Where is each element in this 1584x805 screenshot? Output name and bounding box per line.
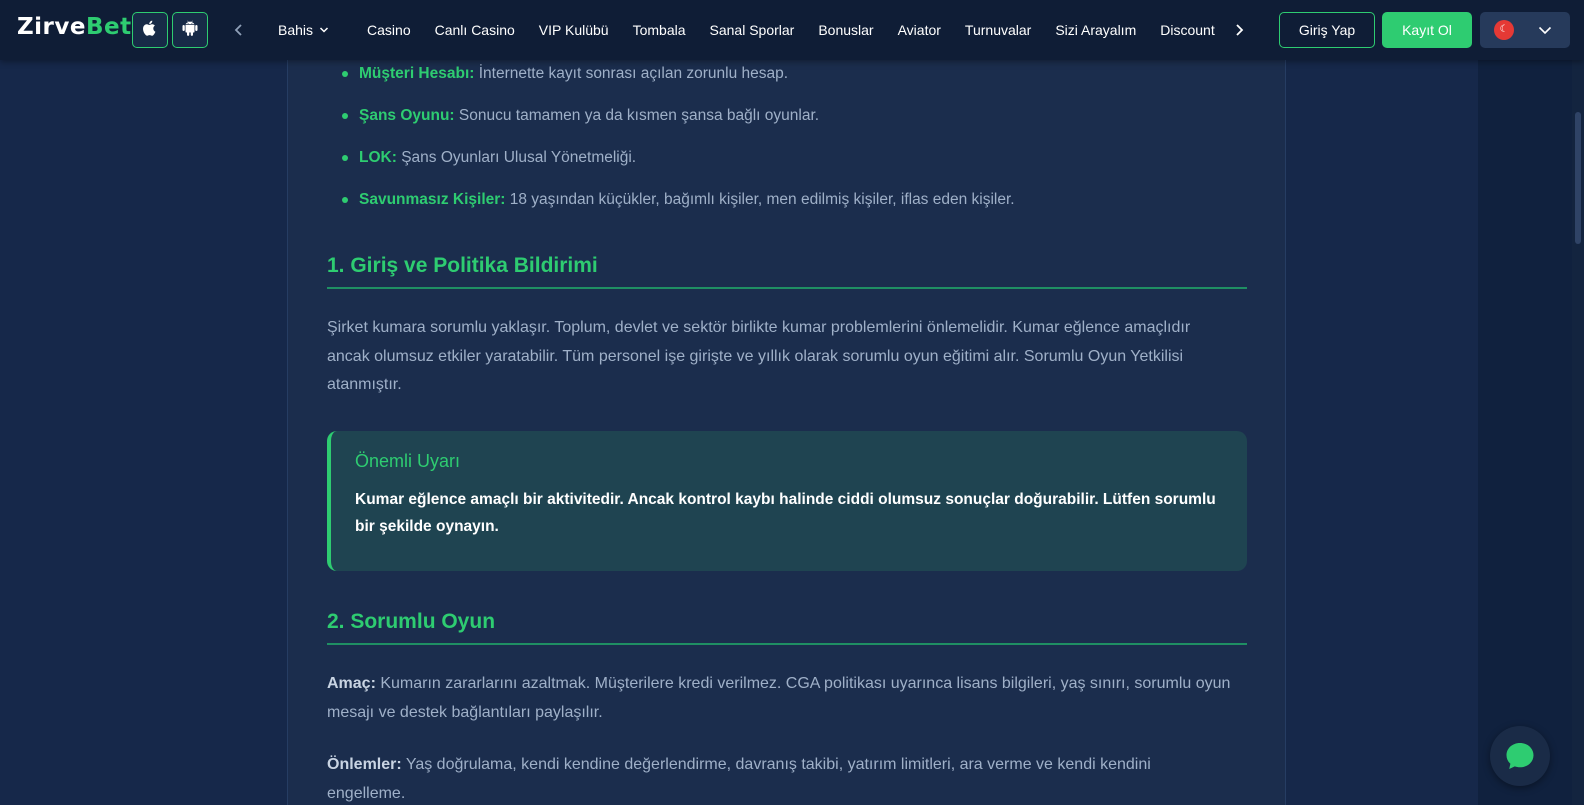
android-icon xyxy=(181,19,199,42)
nav-item-sanal-sporlar[interactable]: Sanal Sporlar xyxy=(710,22,795,38)
ios-app-button[interactable] xyxy=(132,12,168,48)
definition-term: Savunmasız Kişiler: xyxy=(359,191,506,208)
list-item: LOK: Şans Oyunları Ulusal Yönetmeliği. xyxy=(342,147,1242,189)
live-chat-button[interactable] xyxy=(1490,726,1550,786)
nav-item-tombala[interactable]: Tombala xyxy=(633,22,686,38)
nav-item-bonuslar[interactable]: Bonuslar xyxy=(818,22,873,38)
nav-item-discount[interactable]: Discount xyxy=(1160,22,1214,38)
definition-text: Şans Oyunları Ulusal Yönetmeliği. xyxy=(396,149,637,166)
logo-text-green: Bet xyxy=(86,14,132,40)
login-button[interactable]: Giriş Yap xyxy=(1279,12,1375,48)
nav-item-casino[interactable]: Casino xyxy=(367,22,411,38)
definitions-list: Müşteri Hesabı: İnternette kayıt sonrası… xyxy=(342,63,1242,231)
nav-item-canli-casino[interactable]: Canlı Casino xyxy=(435,22,515,38)
list-item: Savunmasız Kişiler: 18 yaşından küçükler… xyxy=(342,189,1242,231)
nav-item-label: Bahis xyxy=(278,22,314,38)
register-button[interactable]: Kayıt Ol xyxy=(1382,12,1472,48)
nav-item-sizi-arayalim[interactable]: Sizi Arayalım xyxy=(1055,22,1136,38)
turkey-flag-icon: ☾ xyxy=(1494,20,1514,40)
definition-term: LOK: xyxy=(359,149,397,166)
page-scrollbar[interactable] xyxy=(1572,60,1584,805)
measures-paragraph: Önlemler: Yaş doğrulama, kendi kendine d… xyxy=(327,751,1232,805)
definition-text: İnternette kayıt sonrası açılan zorunlu … xyxy=(474,65,789,82)
chevron-right-icon xyxy=(1236,24,1244,36)
nav-scroll-right-button[interactable] xyxy=(1227,18,1251,42)
purpose-label: Amaç: xyxy=(327,675,376,692)
definition-text: 18 yaşından küçükler, bağımlı kişiler, m… xyxy=(505,191,1015,208)
nav-item-turnuvalar[interactable]: Turnuvalar xyxy=(965,22,1031,38)
purpose-text: Kumarın zararlarını azaltmak. Müşteriler… xyxy=(327,675,1231,721)
warning-title: Önemli Uyarı xyxy=(355,451,461,471)
scrollbar-thumb[interactable] xyxy=(1575,112,1581,244)
definition-term: Şans Oyunu: xyxy=(359,107,455,124)
measures-label: Önlemler: xyxy=(327,756,402,773)
main-nav: Bahis Casino Canlı Casino VIP Kulübü Tom… xyxy=(278,0,1215,60)
site-logo[interactable]: ZirveBet xyxy=(17,14,132,40)
definition-text: Sonucu tamamen ya da kısmen şansa bağlı … xyxy=(454,107,820,124)
section-heading-intro: 1. Giriş ve Politika Bildirimi xyxy=(327,254,1247,289)
list-item: Şans Oyunu: Sonucu tamamen ya da kısmen … xyxy=(342,105,1242,147)
nav-scroll-left-button[interactable] xyxy=(227,18,251,42)
chevron-down-icon xyxy=(1538,26,1552,35)
definition-term: Müşteri Hesabı: xyxy=(359,65,475,82)
section-heading-responsible-gaming: 2. Sorumlu Oyun xyxy=(327,610,1247,645)
nav-item-bahis[interactable]: Bahis xyxy=(278,22,329,38)
measures-text: Yaş doğrulama, kendi kendine değerlendir… xyxy=(327,756,1151,802)
logo-text-white: Zirve xyxy=(17,14,86,40)
right-gutter xyxy=(1478,0,1572,805)
important-warning-box: Önemli Uyarı Kumar eğlence amaçlı bir ak… xyxy=(327,431,1247,571)
intro-paragraph: Şirket kumara sorumlu yaklaşır. Toplum, … xyxy=(327,319,1191,393)
android-app-button[interactable] xyxy=(172,12,208,48)
apple-icon xyxy=(141,19,159,42)
nav-item-vip-kulubu[interactable]: VIP Kulübü xyxy=(539,22,609,38)
warning-text: Kumar eğlence amaçlı bir aktivitedir. An… xyxy=(355,491,1216,535)
chevron-down-icon xyxy=(320,27,329,33)
purpose-paragraph: Amaç: Kumarın zararlarını azaltmak. Müşt… xyxy=(327,670,1232,727)
list-item: Müşteri Hesabı: İnternette kayıt sonrası… xyxy=(342,63,1242,105)
language-selector[interactable]: ☾ xyxy=(1480,12,1570,48)
chat-bubble-icon xyxy=(1506,743,1534,769)
top-header: ZirveBet Bahis Casino Canlı Casino VIP K… xyxy=(0,0,1584,60)
nav-item-aviator[interactable]: Aviator xyxy=(898,22,941,38)
chevron-left-icon xyxy=(234,24,242,36)
